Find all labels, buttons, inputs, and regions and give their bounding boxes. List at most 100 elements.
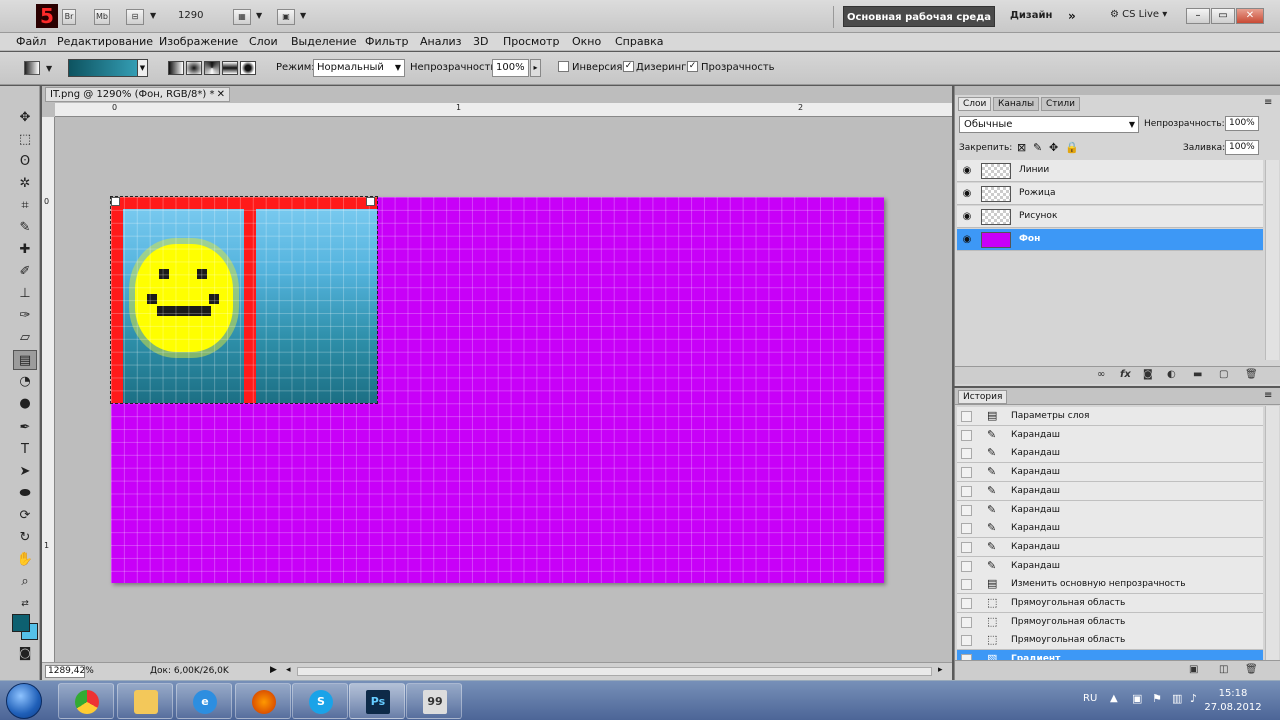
radial-gradient-icon[interactable] (186, 61, 202, 75)
layer-row[interactable]: ◉ Рожица (957, 183, 1263, 205)
magic-wand-icon[interactable]: ✲ (13, 174, 37, 194)
history-source-checkbox[interactable] (961, 523, 972, 535)
mode-select[interactable]: Нормальный ▼ (313, 59, 405, 77)
panel-menu-icon[interactable]: ≡ (1264, 97, 1272, 108)
history-brush-icon[interactable]: ✑ (13, 306, 37, 326)
mini-bridge-button[interactable]: Mb (94, 9, 110, 25)
eye-icon[interactable]: ◉ (961, 234, 973, 246)
gradient-tool-icon[interactable]: ▤ (13, 350, 37, 370)
inversion-checkbox[interactable] (558, 61, 569, 72)
foreground-color-swatch[interactable] (12, 614, 30, 632)
chevron-down-icon[interactable]: ▼ (150, 11, 156, 20)
flag-icon[interactable]: ⚑ (1152, 692, 1162, 705)
blend-mode-select[interactable]: Обычные ▼ (959, 116, 1139, 133)
history-source-checkbox[interactable] (961, 560, 972, 572)
menu-view[interactable]: Просмотр (503, 35, 559, 48)
network-icon[interactable]: ▥ (1172, 692, 1182, 705)
transparency-checkbox[interactable]: ✓ (687, 61, 698, 72)
marquee-selection[interactable] (110, 196, 378, 404)
adjustment-layer-icon[interactable]: ◐ (1167, 369, 1176, 380)
screen-mode-button[interactable]: ▣ (277, 9, 295, 25)
volume-icon[interactable]: ♪ (1190, 692, 1197, 705)
menu-help[interactable]: Справка (615, 35, 663, 48)
menu-filter[interactable]: Фильтр (365, 35, 409, 48)
layer-row[interactable]: ◉ Линии (957, 160, 1263, 182)
history-item[interactable]: ⬚ Прямоугольная область (957, 612, 1263, 632)
cs-live-button[interactable]: ⚙ CS Live ▾ (1110, 9, 1167, 20)
tab-channels[interactable]: Каналы (993, 97, 1040, 111)
reflected-gradient-icon[interactable] (222, 61, 238, 75)
menu-select[interactable]: Выделение (291, 35, 357, 48)
move-tool-icon[interactable]: ✥ (13, 108, 37, 128)
close-tab-icon[interactable]: ✕ (217, 88, 225, 101)
trash-icon[interactable]: 🗑 (1245, 369, 1258, 380)
menu-analysis[interactable]: Анализ (420, 35, 462, 48)
eye-icon[interactable]: ◉ (961, 211, 973, 223)
hand-icon[interactable]: ✋ (13, 550, 37, 570)
history-source-checkbox[interactable] (961, 448, 972, 460)
history-item[interactable]: ✎ Карандаш (957, 556, 1263, 576)
horizontal-scrollbar[interactable] (297, 667, 932, 676)
language-indicator[interactable]: RU (1083, 693, 1097, 704)
history-source-checkbox[interactable] (961, 579, 972, 591)
brush-icon[interactable]: ✐ (13, 262, 37, 282)
layer-opacity-input[interactable]: 100% (1225, 116, 1259, 131)
new-group-icon[interactable]: ▬ (1193, 369, 1202, 380)
clone-stamp-icon[interactable]: ⊥ (13, 284, 37, 304)
lock-transparency-icon[interactable]: ⊠ (1017, 141, 1026, 154)
eyedropper-icon[interactable]: ✎ (13, 218, 37, 238)
close-button[interactable]: ✕ (1236, 8, 1264, 24)
history-item[interactable]: ▤ Параметры слоя (957, 407, 1263, 426)
3d-orbit-icon[interactable]: ↻ (13, 528, 37, 548)
rectangular-marquee-icon[interactable]: ⬚ (13, 130, 37, 150)
more-workspaces-icon[interactable]: » (1068, 9, 1076, 23)
clock[interactable]: 15:18 27.08.2012 (1200, 687, 1266, 715)
history-source-checkbox[interactable] (961, 411, 972, 422)
eye-icon[interactable]: ◉ (961, 165, 973, 177)
menu-image[interactable]: Изображение (159, 35, 238, 48)
history-source-checkbox[interactable] (961, 635, 972, 647)
chevron-down-icon[interactable]: ▼ (300, 11, 306, 20)
taskbar-chrome[interactable] (58, 683, 114, 719)
history-item[interactable]: ✎ Карандаш (957, 425, 1263, 445)
taskbar-skype[interactable]: S (292, 683, 348, 719)
eraser-icon[interactable]: ▱ (13, 328, 37, 348)
menu-layers[interactable]: Слои (249, 35, 278, 48)
taskbar-internet-explorer[interactable]: e (176, 683, 232, 719)
taskbar-photoshop[interactable]: Ps (349, 683, 405, 719)
bridge-button[interactable]: Br (62, 9, 76, 25)
opacity-slider-icon[interactable]: ▸ (530, 59, 541, 77)
zoom-level[interactable]: 1290 (178, 10, 203, 21)
document-tab[interactable]: IT.png @ 1290% (Фон, RGB/8*) * ✕ (45, 87, 230, 102)
taskbar-firefox[interactable] (235, 683, 291, 719)
history-source-checkbox[interactable] (961, 504, 972, 516)
history-source-checkbox[interactable] (961, 541, 972, 553)
tray-app-icon[interactable]: ▣ (1132, 692, 1142, 705)
history-scrollbar[interactable] (1265, 406, 1279, 660)
gradient-picker[interactable] (68, 59, 148, 77)
history-source-checkbox[interactable] (961, 616, 972, 628)
dodge-icon[interactable]: ● (13, 394, 37, 414)
menu-file[interactable]: Файл (16, 35, 46, 48)
fill-input[interactable]: 100% (1225, 140, 1259, 155)
status-menu-icon[interactable]: ▶ (270, 665, 277, 675)
history-item[interactable]: ✎ Карандаш (957, 537, 1263, 557)
history-source-checkbox[interactable] (961, 598, 972, 609)
history-source-checkbox[interactable] (961, 485, 972, 497)
history-source-checkbox[interactable] (961, 467, 972, 479)
snapshot-icon[interactable]: ◫ (1219, 664, 1228, 675)
blur-icon[interactable]: ◔ (13, 372, 37, 392)
layer-row-selected[interactable]: ◉ Фон (957, 229, 1263, 251)
angle-gradient-icon[interactable] (204, 61, 220, 75)
trash-icon[interactable]: 🗑 (1245, 664, 1258, 675)
chevron-down-icon[interactable]: ▼ (46, 64, 52, 73)
linear-gradient-icon[interactable] (168, 61, 184, 75)
layers-scrollbar[interactable] (1265, 160, 1279, 360)
new-layer-icon[interactable]: ▢ (1219, 369, 1228, 380)
panel-menu-icon[interactable]: ≡ (1264, 390, 1272, 401)
link-layers-icon[interactable]: ∞ (1097, 369, 1105, 380)
lock-position-icon[interactable]: ✥ (1049, 141, 1058, 154)
pen-icon[interactable]: ✒ (13, 418, 37, 438)
workspace-design-button[interactable]: Дизайн (1010, 10, 1052, 21)
history-item[interactable]: ⬚ Прямоугольная область (957, 594, 1263, 613)
